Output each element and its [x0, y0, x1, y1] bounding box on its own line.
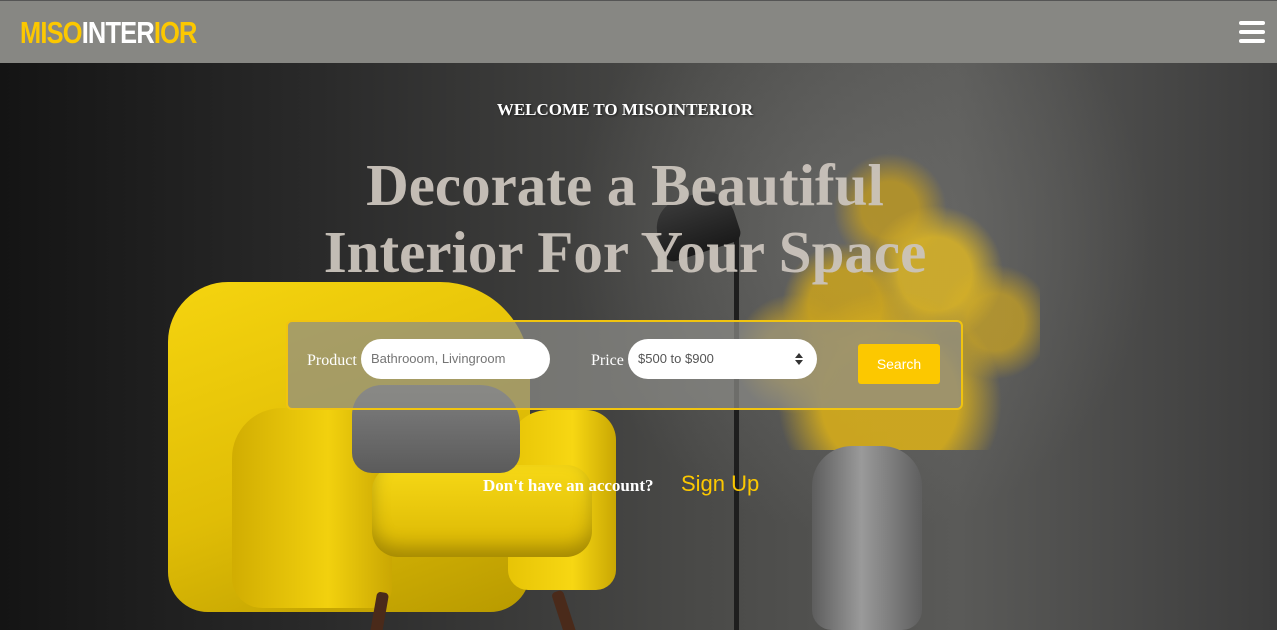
hero-headline: Decorate a Beautiful Interior For Your S…: [0, 152, 1250, 286]
headline-line-2: Interior For Your Space: [323, 219, 927, 285]
product-input[interactable]: [361, 339, 550, 379]
menu-bar: [1239, 30, 1265, 34]
site-logo[interactable]: MISOINTERIOR: [20, 13, 197, 53]
account-prompt: Don't have an account?: [483, 476, 654, 495]
price-label: Price: [591, 352, 624, 369]
floor-lamp-pole-image: [734, 228, 739, 630]
signup-link[interactable]: Sign Up: [681, 471, 759, 497]
search-button[interactable]: Search: [858, 344, 940, 384]
price-input[interactable]: $500 to $900: [628, 339, 817, 379]
logo-part-miso: MISO: [20, 15, 83, 50]
welcome-text: WELCOME TO MISOINTERIOR: [496, 100, 754, 119]
menu-bar: [1239, 21, 1265, 25]
menu-bar: [1239, 39, 1265, 43]
logo-part-ior: IOR: [153, 15, 198, 50]
product-label: Product: [307, 352, 357, 369]
price-spinner-icon[interactable]: [794, 352, 804, 368]
hamburger-menu-icon[interactable]: [1239, 21, 1265, 43]
spinner-up-icon[interactable]: [795, 353, 803, 358]
logo-part-inter: INTER: [81, 15, 155, 50]
hero-background: [0, 0, 1277, 630]
chair-leg-image: [551, 589, 581, 630]
spinner-down-icon[interactable]: [795, 360, 803, 365]
top-navbar: MISOINTERIOR: [0, 0, 1277, 63]
headline-line-1: Decorate a Beautiful: [366, 152, 884, 218]
vase-image: [812, 446, 922, 630]
